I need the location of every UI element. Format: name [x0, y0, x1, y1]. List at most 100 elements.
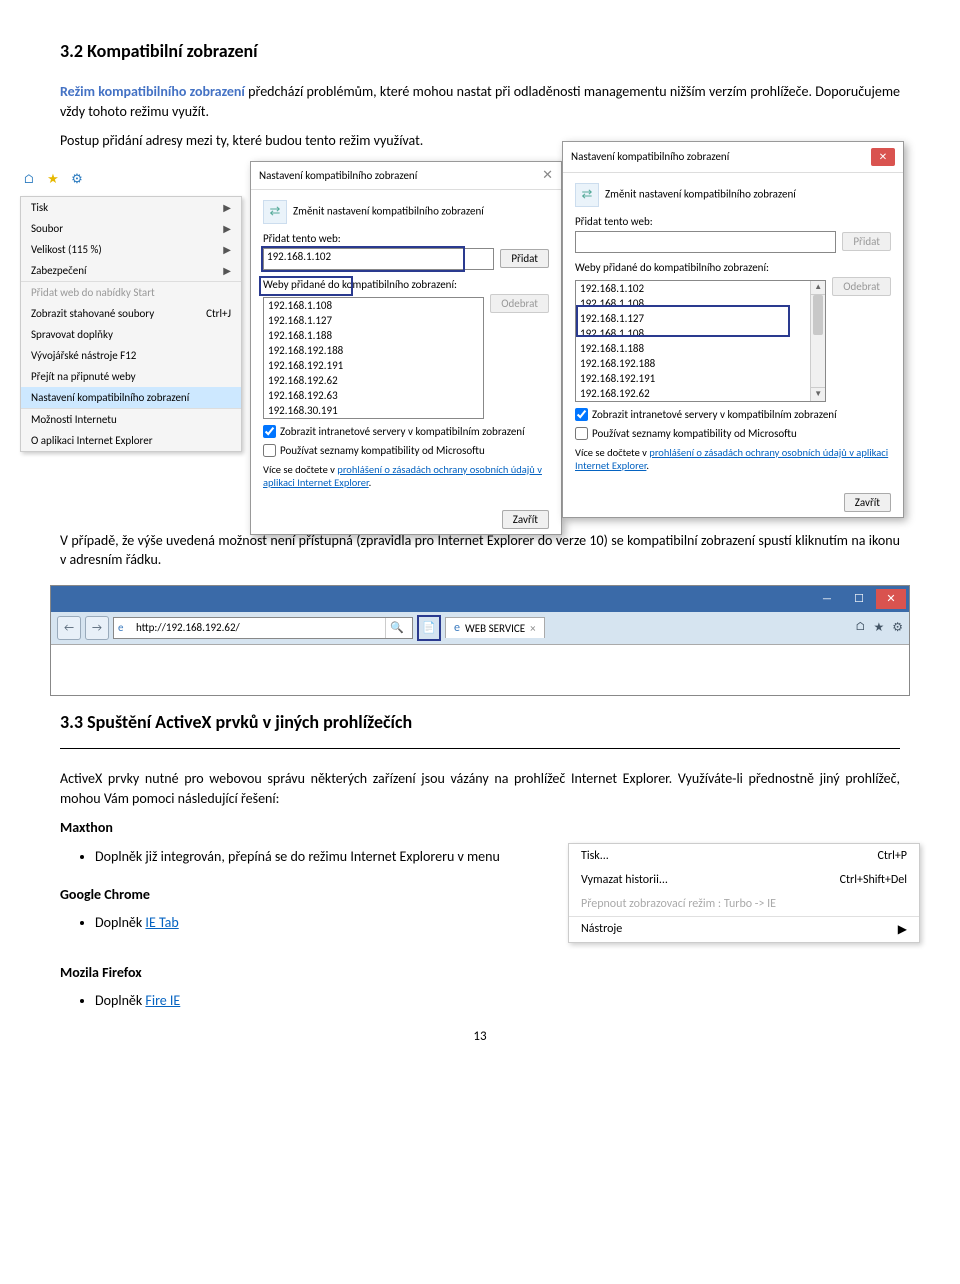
- list-item[interactable]: 192.168.192.191: [264, 358, 483, 373]
- url-text: http://192.168.192.62/: [136, 621, 381, 634]
- add-label: Přidat tento web:: [263, 232, 549, 245]
- tab-title: WEB SERVICE: [465, 622, 525, 635]
- add-button[interactable]: Přidat: [842, 232, 891, 251]
- favorites-icon[interactable]: ★: [44, 171, 62, 189]
- ie-icon: e: [454, 621, 460, 635]
- menu-item[interactable]: Přejít na připnuté weby: [21, 366, 241, 387]
- close-button[interactable]: Zavřít: [502, 510, 549, 529]
- list-item[interactable]: 192.168.1.188: [264, 328, 483, 343]
- scroll-down-icon[interactable]: ▼: [811, 387, 825, 401]
- menu-item[interactable]: Tisk▶: [21, 197, 241, 218]
- menu-item[interactable]: Nástroje▶: [569, 916, 919, 942]
- list-item[interactable]: 192.168.192.188: [264, 343, 483, 358]
- submenu-arrow-icon: ▶: [223, 264, 231, 277]
- dialog-subtitle: Změnit nastavení kompatibilního zobrazen…: [293, 204, 484, 217]
- close-icon[interactable]: ✕: [871, 148, 895, 166]
- ie-tools-menu: Tisk▶Soubor▶Velikost (115 %)▶Zabezpečení…: [20, 196, 242, 452]
- compat-dialog-2: Nastavení kompatibilního zobrazení ✕ ⇄ Změ…: [562, 141, 904, 518]
- list-item[interactable]: 192.168.192.62: [264, 373, 483, 388]
- gear-icon[interactable]: ⚙: [892, 620, 903, 635]
- remove-button[interactable]: Odebrat: [832, 277, 891, 296]
- home-icon[interactable]: ⌂: [20, 171, 38, 189]
- menu-item[interactable]: Vývojářské nástroje F12: [21, 345, 241, 366]
- menu-item[interactable]: Velikost (115 %)▶: [21, 239, 241, 260]
- compat-dialog-1: Nastavení kompatibilního zobrazení✕ ⇄Změ…: [250, 161, 562, 535]
- list-item[interactable]: 192.168.1.102: [576, 281, 825, 296]
- menu-item[interactable]: Nastavení kompatibilního zobrazení: [21, 387, 241, 408]
- minimize-icon[interactable]: —: [812, 589, 842, 609]
- compat-screenshots: ⌂ ★ ⚙ Tisk▶Soubor▶Velikost (115 %)▶Zabez…: [20, 161, 940, 521]
- list-item[interactable]: 192.168.1.108: [264, 298, 483, 313]
- menu-item[interactable]: O aplikaci Internet Explorer: [21, 430, 241, 451]
- list-item[interactable]: 192.168.1.188: [576, 341, 825, 356]
- maxthon-menu: Tisk...Ctrl+PVymazat historii...Ctrl+Shi…: [568, 843, 920, 943]
- list-item[interactable]: 192.168.192.63: [576, 401, 825, 402]
- home-icon[interactable]: ⌂: [855, 620, 866, 635]
- privacy-info: Více se dočtete v prohlášení o zásadách …: [575, 446, 891, 472]
- sites-listbox-1[interactable]: 192.168.1.108192.168.1.127192.168.1.1881…: [263, 297, 484, 419]
- list-item[interactable]: 192.168.192.188: [576, 356, 825, 371]
- firefox-li: Doplněk Fire IE: [95, 992, 900, 1009]
- compat-icon: ⇄: [575, 183, 599, 207]
- list-item[interactable]: 192.168.30.191: [264, 403, 483, 418]
- sec32-p3: V případě, že výše uvedená možnost není …: [60, 531, 900, 570]
- favorites-icon[interactable]: ★: [873, 620, 884, 635]
- search-icon[interactable]: 🔍: [385, 618, 408, 638]
- dialog-subtitle: Změnit nastavení kompatibilního zobrazen…: [605, 187, 796, 200]
- remove-button[interactable]: Odebrat: [490, 294, 549, 313]
- menu-item[interactable]: Tisk...Ctrl+P: [569, 844, 919, 868]
- menu-item[interactable]: Zobrazit stahované souboryCtrl+J: [21, 303, 241, 324]
- chk-intranet[interactable]: Zobrazit intranetové servery v kompatibi…: [575, 408, 891, 421]
- sec32-title: 3.2 Kompatibilní zobrazení: [60, 40, 900, 62]
- submenu-arrow-icon: ▶: [223, 243, 231, 256]
- privacy-info: Více se dočtete v prohlášení o zásadách …: [263, 463, 549, 489]
- scroll-thumb[interactable]: [813, 295, 823, 335]
- list-item[interactable]: 192.168.192.62: [576, 386, 825, 401]
- list-item[interactable]: 192.168.192.191: [576, 371, 825, 386]
- list-item[interactable]: 192.168.30.52: [264, 418, 483, 419]
- menu-item[interactable]: Soubor▶: [21, 218, 241, 239]
- submenu-arrow-icon: ▶: [898, 922, 907, 937]
- ietab-link[interactable]: IE Tab: [145, 914, 178, 931]
- list-item[interactable]: 192.168.192.63: [264, 388, 483, 403]
- dialog-title: Nastavení kompatibilního zobrazení: [571, 150, 729, 163]
- sec33-p1: ActiveX prvky nutné pro webovou správu n…: [60, 769, 900, 808]
- page-number: 13: [60, 1029, 900, 1044]
- menu-item[interactable]: Přidat web do nabídky Start: [21, 281, 241, 303]
- menu-item[interactable]: Spravovat doplňky: [21, 324, 241, 345]
- tab-close-icon[interactable]: ×: [530, 622, 535, 635]
- menu-item[interactable]: Zabezpečení▶: [21, 260, 241, 281]
- address-bar[interactable]: e http://192.168.192.62/ 🔍: [113, 617, 413, 639]
- menu-item: Přepnout zobrazovací režim : Turbo -> IE: [569, 892, 919, 916]
- menu-item[interactable]: Vymazat historii...Ctrl+Shift+Del: [569, 868, 919, 892]
- add-label: Přidat tento web:: [575, 215, 891, 228]
- browser-tab[interactable]: e WEB SERVICE ×: [445, 617, 545, 638]
- chk-mslist[interactable]: Používat seznamy kompatibility od Micros…: [263, 444, 549, 457]
- list-item[interactable]: 192.168.1.127: [264, 313, 483, 328]
- maximize-icon[interactable]: ☐: [844, 589, 874, 609]
- back-icon[interactable]: ←: [57, 616, 81, 640]
- scrollbar[interactable]: ▲▼: [810, 281, 825, 401]
- maxthon-heading: Maxthon: [60, 818, 900, 838]
- submenu-arrow-icon: ▶: [223, 201, 231, 214]
- ie-tools-icons: ⌂ ★ ⚙: [20, 171, 86, 189]
- compat-view-icon[interactable]: 📄: [417, 615, 441, 641]
- chk-intranet[interactable]: Zobrazit intranetové servery v kompatibi…: [263, 425, 549, 438]
- add-button[interactable]: Přidat: [500, 249, 549, 268]
- gear-icon[interactable]: ⚙: [68, 171, 86, 189]
- chk-mslist[interactable]: Používat seznamy kompatibility od Micros…: [575, 427, 891, 440]
- scroll-up-icon[interactable]: ▲: [811, 281, 825, 295]
- list-label: Weby přidané do kompatibilního zobrazení…: [575, 261, 891, 274]
- menu-item[interactable]: Možnosti Internetu: [21, 408, 241, 430]
- add-site-input[interactable]: [575, 231, 836, 253]
- firefox-heading: Mozila Firefox: [60, 963, 900, 983]
- fireie-link[interactable]: Fire IE: [145, 992, 180, 1009]
- window-close-icon[interactable]: ✕: [876, 589, 906, 609]
- sites-listbox-2[interactable]: 192.168.1.102192.168.1.108192.168.1.1271…: [575, 280, 826, 402]
- dialog-title: Nastavení kompatibilního zobrazení: [259, 169, 417, 182]
- forward-icon[interactable]: →: [85, 616, 109, 640]
- close-button[interactable]: Zavřít: [844, 493, 891, 512]
- ie-addressbar-shot: — ☐ ✕ ← → e http://192.168.192.62/ 🔍 📄 e…: [50, 585, 910, 696]
- dialog-x-icon[interactable]: ✕: [542, 168, 553, 183]
- sec33-title: 3.3 Spuštění ActiveX prvků v jiných proh…: [60, 711, 900, 733]
